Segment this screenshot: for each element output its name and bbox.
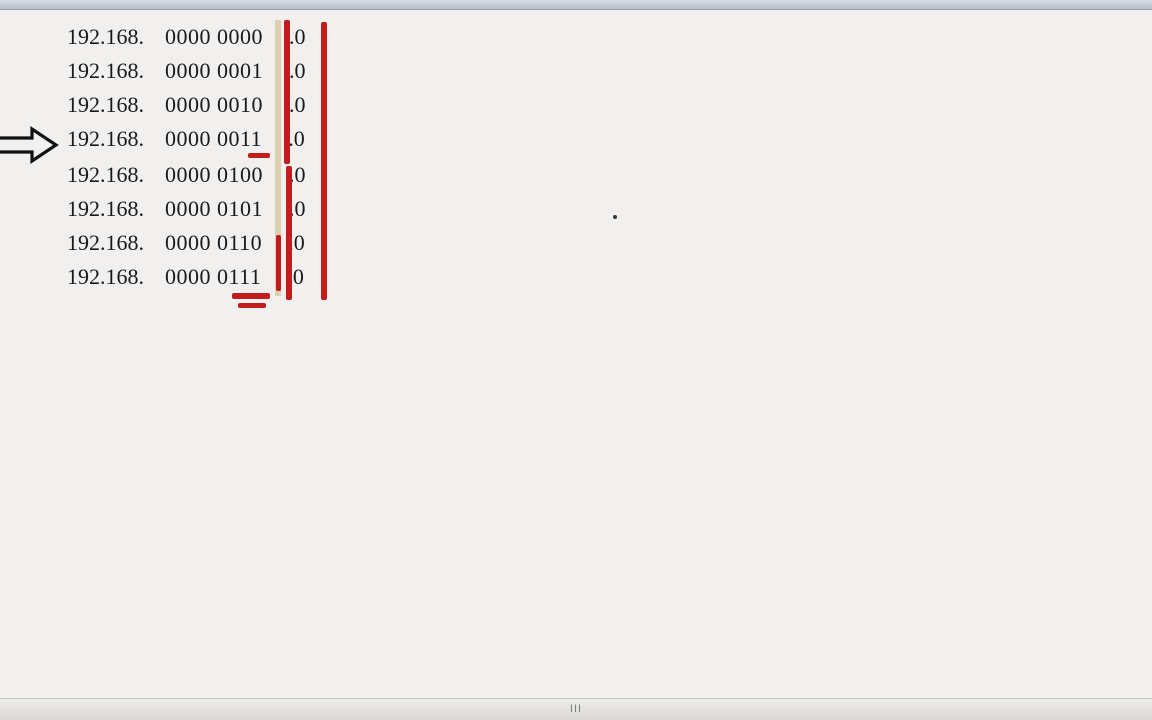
annotation-stroke bbox=[276, 235, 281, 291]
ip-row: 192.168. 0000 0101 .0 bbox=[67, 192, 306, 226]
ip-row: 192.168. 0000 0001 .0 bbox=[67, 54, 306, 88]
annotation-stroke bbox=[284, 20, 290, 164]
ip-binary: 0000 0000 bbox=[165, 24, 263, 50]
annotation-stroke bbox=[238, 303, 266, 308]
ip-suffix: .0 bbox=[289, 24, 306, 50]
ip-binary: 0000 0111 bbox=[165, 264, 261, 290]
annotation-stroke bbox=[248, 153, 270, 158]
footer-bar: III bbox=[0, 698, 1152, 720]
ip-binary: 0000 0010 bbox=[165, 92, 263, 118]
annotation-stroke bbox=[321, 22, 327, 300]
ip-prefix: 192.168. bbox=[67, 162, 165, 188]
ip-suffix: .0 bbox=[289, 92, 306, 118]
ip-row: 192.168. 0000 0011 .0 bbox=[67, 122, 305, 156]
grip-icon: III bbox=[570, 703, 582, 715]
ip-binary: 0000 0110 bbox=[165, 230, 262, 256]
ip-prefix: 192.168. bbox=[67, 92, 165, 118]
ip-prefix: 192.168. bbox=[67, 126, 165, 152]
ip-suffix: .0 bbox=[288, 126, 305, 152]
ip-row: 192.168. 0000 0100 .0 bbox=[67, 158, 306, 192]
ip-prefix: 192.168. bbox=[67, 196, 165, 222]
ip-prefix: 192.168. bbox=[67, 230, 165, 256]
ip-row: 192.168. 0000 0111 .0 bbox=[67, 260, 304, 294]
ip-prefix: 192.168. bbox=[67, 24, 165, 50]
annotation-stroke bbox=[232, 293, 270, 299]
ip-binary: 0000 0100 bbox=[165, 162, 263, 188]
arrow-icon bbox=[0, 126, 60, 164]
annotation-stroke bbox=[286, 166, 292, 300]
ip-row: 192.168. 0000 0000 .0 bbox=[67, 20, 306, 54]
window-titlebar bbox=[0, 0, 1152, 10]
ip-prefix: 192.168. bbox=[67, 58, 165, 84]
ip-binary: 0000 0011 bbox=[165, 126, 262, 152]
ip-row: 192.168. 0000 0110 .0 bbox=[67, 226, 305, 260]
ip-binary: 0000 0101 bbox=[165, 196, 263, 222]
ip-prefix: 192.168. bbox=[67, 264, 165, 290]
ip-row: 192.168. 0000 0010 .0 bbox=[67, 88, 306, 122]
stray-dot bbox=[613, 215, 617, 219]
ip-binary: 0000 0001 bbox=[165, 58, 263, 84]
canvas-area: 192.168. 0000 0000 .0 192.168. 0000 0001… bbox=[0, 10, 1152, 698]
ip-suffix: .0 bbox=[289, 58, 306, 84]
